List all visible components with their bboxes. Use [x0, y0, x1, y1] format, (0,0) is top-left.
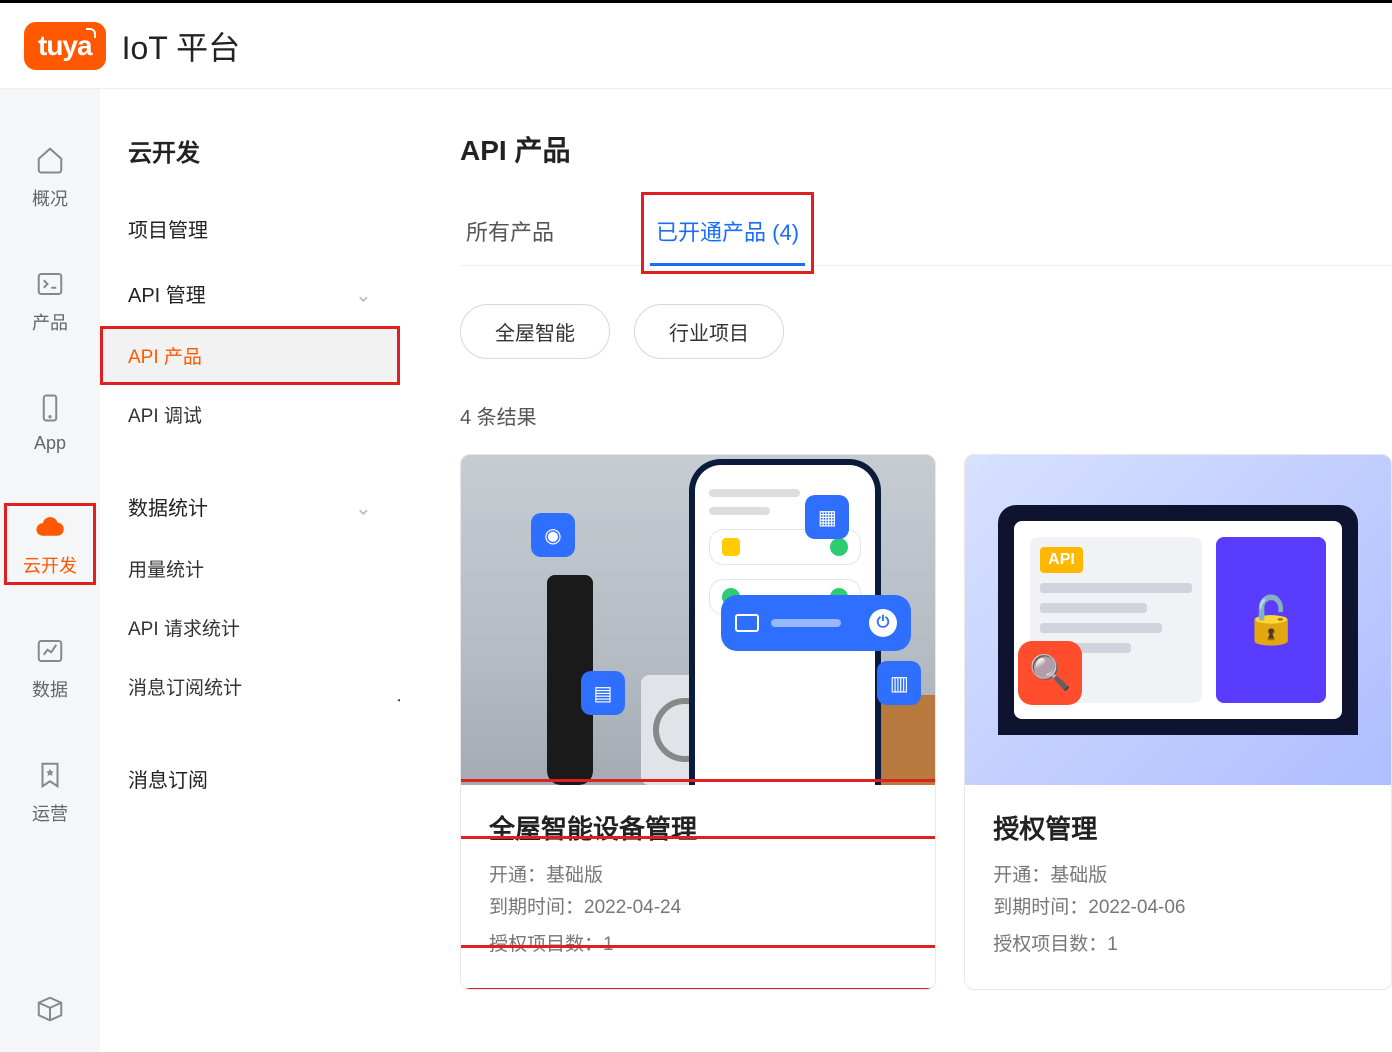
- card-expire: 到期时间：2022-04-06: [993, 892, 1363, 924]
- main: API 产品 所有产品 已开通产品 (4) 全屋智能 行业项目 4 条结果: [400, 89, 1392, 1052]
- rail-label: App: [34, 433, 66, 454]
- card-plan: 开通：基础版: [489, 860, 907, 892]
- chevron-up-icon: ⌃: [355, 281, 372, 306]
- sidebar-sub-msg-stats[interactable]: 消息订阅统计: [100, 657, 400, 716]
- package-icon: [33, 992, 67, 1026]
- rail-item-data[interactable]: 数据: [5, 628, 95, 708]
- card-expire: 到期时间：2022-04-24: [489, 892, 907, 924]
- rail-item-cloud-dev[interactable]: 云开发: [5, 504, 95, 584]
- card-plan: 开通：基础版: [993, 860, 1363, 892]
- product-card[interactable]: API 🔓 🔍 授权管理 开通：基础版 到期时间：2022: [964, 454, 1392, 990]
- card-thumbnail: ⏻ ◉ ▦ ▤ ▥: [461, 455, 935, 785]
- sidebar-label: 项目管理: [128, 214, 208, 243]
- filter-whole-home[interactable]: 全屋智能: [460, 304, 610, 359]
- sidebar-group-stats[interactable]: 数据统计 ⌃: [100, 474, 400, 539]
- chart-icon: [33, 634, 67, 668]
- sidebar-sub-api-products[interactable]: API 产品: [100, 326, 400, 385]
- tabs: 所有产品 已开通产品 (4): [460, 201, 1392, 266]
- rail-label: 云开发: [23, 552, 77, 578]
- tab-enabled-products[interactable]: 已开通产品 (4): [650, 201, 805, 265]
- sidebar: 云开发 项目管理 API 管理 ⌃ API 产品 API 调试 数据统计 ⌃ 用…: [100, 89, 400, 1052]
- rail-item-more[interactable]: [5, 986, 95, 1032]
- rail-item-operations[interactable]: 运营: [5, 752, 95, 832]
- bookmark-icon: [33, 758, 67, 792]
- terminal-icon: [33, 267, 67, 301]
- phone-icon: [33, 391, 67, 425]
- cloud-icon: [33, 510, 67, 544]
- sidebar-title: 云开发: [100, 119, 400, 196]
- card-title: 授权管理: [993, 809, 1363, 846]
- rail-label: 概况: [32, 185, 68, 211]
- sidebar-item-projects[interactable]: 项目管理: [100, 196, 400, 261]
- sidebar-label: API 管理: [128, 279, 206, 308]
- rail-item-overview[interactable]: 概况: [5, 137, 95, 217]
- tab-all-products[interactable]: 所有产品: [460, 201, 560, 265]
- page-title: API 产品: [460, 129, 1392, 169]
- icon-rail: 概况 产品 App 云开发 数据: [0, 89, 100, 1052]
- chevron-up-icon: ⌃: [355, 494, 372, 519]
- rail-label: 运营: [32, 800, 68, 826]
- platform-title: IoT 平台: [122, 23, 241, 69]
- filter-industry[interactable]: 行业项目: [634, 304, 784, 359]
- card-thumbnail: API 🔓 🔍: [965, 455, 1391, 785]
- card-auth-count: 授权项目数：1: [993, 929, 1363, 961]
- sidebar-item-subscribe[interactable]: 消息订阅: [100, 746, 400, 811]
- sidebar-label: 消息订阅: [128, 764, 208, 793]
- sidebar-label: 数据统计: [128, 492, 208, 521]
- rail-item-product[interactable]: 产品: [5, 261, 95, 341]
- home-icon: [33, 143, 67, 177]
- filter-pills: 全屋智能 行业项目: [460, 304, 1392, 359]
- rail-label: 产品: [32, 309, 68, 335]
- sidebar-sub-api-debug[interactable]: API 调试: [100, 385, 400, 444]
- sidebar-sub-usage[interactable]: 用量统计: [100, 539, 400, 598]
- app-header: tuya IoT 平台: [0, 3, 1392, 89]
- tuya-logo: tuya: [24, 22, 106, 70]
- sidebar-group-api[interactable]: API 管理 ⌃: [100, 261, 400, 326]
- rail-label: 数据: [32, 676, 68, 702]
- sidebar-sub-req-stats[interactable]: API 请求统计: [100, 598, 400, 657]
- product-card[interactable]: ⏻ ◉ ▦ ▤ ▥ 全屋智能设备管理 开通：基础版 到期时间：2022-04-2…: [460, 454, 936, 990]
- cards-row: ⏻ ◉ ▦ ▤ ▥ 全屋智能设备管理 开通：基础版 到期时间：2022-04-2…: [460, 454, 1392, 990]
- rail-item-app[interactable]: App: [5, 385, 95, 460]
- results-count: 4 条结果: [460, 401, 1392, 430]
